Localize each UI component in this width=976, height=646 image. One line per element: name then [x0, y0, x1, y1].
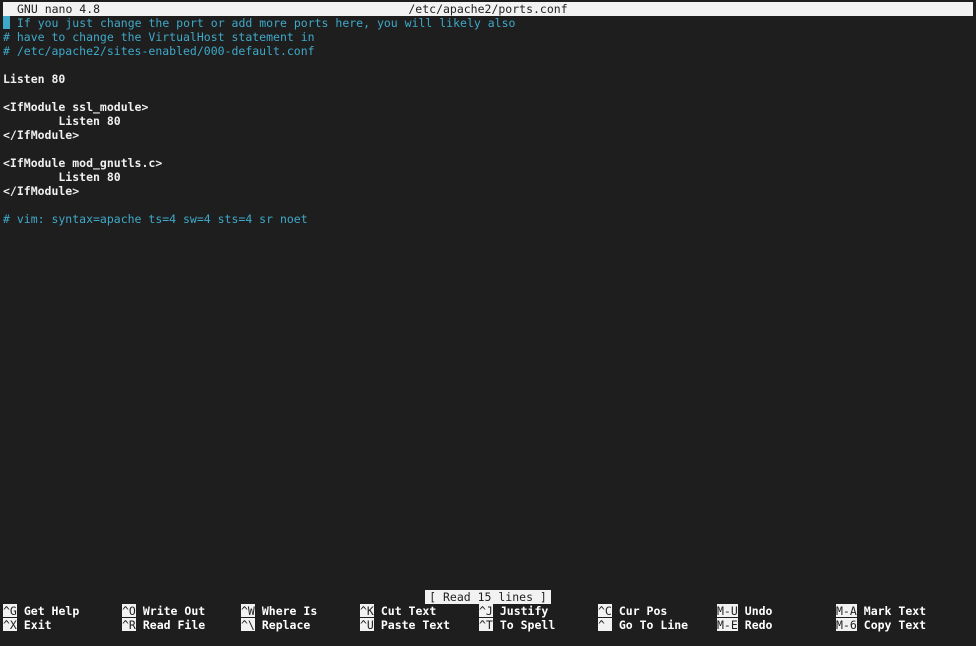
shortcut-key: ^O [122, 604, 136, 618]
shortcut-paste-text[interactable]: ^U Paste Text [360, 618, 450, 632]
line-text: <IfModule ssl_module> [3, 100, 149, 114]
shortcut-label: Write Out [142, 604, 206, 618]
editor-line[interactable] [3, 142, 971, 156]
line-text: Listen 80 [3, 72, 66, 86]
shortcut-justify[interactable]: ^J Justify [479, 604, 548, 618]
shortcut-label: Redo [744, 618, 773, 632]
shortcut-label: Paste Text [380, 618, 451, 632]
editor-line[interactable]: <IfModule ssl_module> [3, 100, 971, 114]
shortcut-write-out[interactable]: ^O Write Out [122, 604, 205, 618]
shortcut-replace[interactable]: ^\ Replace [241, 618, 310, 632]
shortcut-cut-text[interactable]: ^K Cut Text [360, 604, 436, 618]
editor-line[interactable]: Listen 80 [3, 170, 971, 184]
shortcut-label: Cut Text [380, 604, 437, 618]
shortcut-label: Read File [142, 618, 206, 632]
editor-line[interactable]: Listen 80 [3, 72, 971, 86]
shortcut-label: Undo [744, 604, 773, 618]
shortcut-key: ^_ [598, 618, 612, 632]
shortcut-label: Exit [23, 618, 52, 632]
shortcut-key: ^J [479, 604, 493, 618]
line-text: <IfModule mod_gnutls.c> [3, 156, 163, 170]
shortcut-get-help[interactable]: ^G Get Help [3, 604, 79, 618]
shortcut-mark-text[interactable]: M-A Mark Text [836, 604, 926, 618]
editor-line[interactable]: # have to change the VirtualHost stateme… [3, 30, 971, 44]
line-text: # vim: syntax=apache ts=4 sw=4 sts=4 sr … [3, 212, 308, 226]
shortcut-key: ^G [3, 604, 17, 618]
editor-text-area[interactable]: If you just change the port or add more … [3, 16, 971, 226]
shortcut-key: M-U [717, 604, 738, 618]
editor-line[interactable]: # /etc/apache2/sites-enabled/000-default… [3, 44, 971, 58]
nano-title-bar: GNU nano 4.8 /etc/apache2/ports.conf [3, 2, 973, 16]
editor-line[interactable] [3, 86, 971, 100]
status-bar: [ Read 15 lines ] [0, 590, 976, 604]
shortcut-label: Copy Text [863, 618, 927, 632]
shortcut-key: ^R [122, 618, 136, 632]
shortcut-label: Go To Line [618, 618, 689, 632]
editor-line[interactable]: <IfModule mod_gnutls.c> [3, 156, 971, 170]
shortcut-key: ^C [598, 604, 612, 618]
shortcut-key: ^K [360, 604, 374, 618]
editor-line[interactable]: </IfModule> [3, 184, 971, 198]
shortcut-label: Where Is [261, 604, 318, 618]
editor-line[interactable] [3, 198, 971, 212]
shortcut-redo[interactable]: M-E Redo [717, 618, 772, 632]
shortcut-key: M-A [836, 604, 857, 618]
shortcut-exit[interactable]: ^X Exit [3, 618, 52, 632]
status-message: [ Read 15 lines ] [425, 590, 551, 604]
line-text: # /etc/apache2/sites-enabled/000-default… [3, 44, 315, 58]
shortcut-label: Get Help [23, 604, 80, 618]
shortcut-label: Replace [261, 618, 311, 632]
line-text: Listen 80 [3, 170, 121, 184]
line-text: </IfModule> [3, 128, 80, 142]
editor-line[interactable]: # vim: syntax=apache ts=4 sw=4 sts=4 sr … [3, 212, 971, 226]
shortcut-label: Mark Text [863, 604, 927, 618]
line-text: If you just change the port or add more … [10, 16, 516, 30]
shortcut-cur-pos[interactable]: ^C Cur Pos [598, 604, 667, 618]
shortcut-to-spell[interactable]: ^T To Spell [479, 618, 555, 632]
shortcut-where-is[interactable]: ^W Where Is [241, 604, 317, 618]
shortcut-label: Cur Pos [618, 604, 668, 618]
shortcut-key: ^X [3, 618, 17, 632]
file-path: /etc/apache2/ports.conf [408, 2, 568, 16]
editor-line[interactable]: If you just change the port or add more … [3, 16, 971, 30]
shortcut-copy-text[interactable]: M-6 Copy Text [836, 618, 926, 632]
shortcut-label: To Spell [499, 618, 556, 632]
line-text: </IfModule> [3, 184, 80, 198]
terminal-window: GNU nano 4.8 /etc/apache2/ports.conf If … [0, 0, 976, 646]
shortcut-label: Justify [499, 604, 549, 618]
shortcut-read-file[interactable]: ^R Read File [122, 618, 205, 632]
shortcut-key: M-E [717, 618, 738, 632]
shortcut-go-to-line[interactable]: ^_ Go To Line [598, 618, 688, 632]
line-text: Listen 80 [3, 114, 121, 128]
shortcut-key: M-6 [836, 618, 857, 632]
shortcut-key: ^W [241, 604, 255, 618]
shortcut-key: ^\ [241, 618, 255, 632]
editor-line[interactable]: Listen 80 [3, 114, 971, 128]
editor-line[interactable] [3, 58, 971, 72]
shortcut-key: ^T [479, 618, 493, 632]
line-text: # have to change the VirtualHost stateme… [3, 30, 315, 44]
shortcut-undo[interactable]: M-U Undo [717, 604, 772, 618]
editor-line[interactable]: </IfModule> [3, 128, 971, 142]
text-cursor [3, 16, 10, 29]
shortcut-key: ^U [360, 618, 374, 632]
